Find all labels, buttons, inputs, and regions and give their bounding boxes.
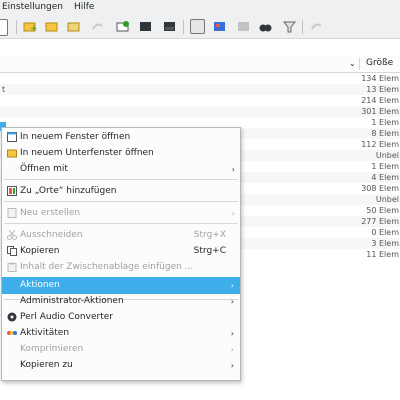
column-size-header[interactable]: Größe [366, 58, 393, 68]
chevron-right-icon: › [231, 209, 235, 218]
menu-item-open-new-window[interactable]: In neuem Fenster öffnen [2, 129, 240, 146]
menu-separator [4, 179, 238, 180]
menu-item-cut[interactable]: Ausschneiden Strg+X [2, 227, 240, 244]
add-tab-icon[interactable] [115, 19, 130, 34]
undo-icon[interactable] [309, 19, 324, 34]
binoculars-icon[interactable] [258, 19, 273, 34]
panel-icon[interactable] [236, 19, 251, 34]
menu-item-paste[interactable]: Inhalt der Zwischenablage einfügen ... [2, 259, 240, 276]
menu-separator [4, 223, 238, 224]
filter-icon[interactable] [282, 19, 297, 34]
new-window-icon [7, 132, 17, 142]
new-file-icon [7, 208, 17, 218]
menu-item-compress[interactable]: Komprimieren › [2, 341, 239, 358]
audio-converter-icon [7, 312, 17, 322]
menubar: Einstellungen Hilfe [0, 0, 400, 16]
redo-icon[interactable] [90, 19, 105, 34]
svg-text:+: + [30, 24, 37, 34]
table-row[interactable]: 214 Elem [0, 95, 400, 106]
chevron-right-icon: › [231, 165, 235, 174]
scissors-icon [7, 229, 17, 240]
new-tab-icon [7, 148, 17, 158]
new-folder-icon[interactable]: + [22, 19, 38, 34]
menu-item-open-with[interactable]: Öffnen mit › [2, 161, 240, 178]
menu-item-copy[interactable]: Kopieren Strg+C [2, 243, 240, 260]
table-row[interactable]: 301 Elem [0, 106, 400, 117]
menu-item-add-to-places[interactable]: Zu „Orte“ hinzufügen [2, 183, 240, 200]
paste-icon [7, 262, 17, 272]
chevron-right-icon: › [230, 297, 234, 306]
folder-icon[interactable] [44, 19, 59, 34]
table-row[interactable]: 134 Elem [0, 73, 400, 84]
menu-item-open-new-tab[interactable]: In neuem Unterfenster öffnen [2, 145, 240, 162]
menu-separator [4, 201, 238, 202]
table-row[interactable]: t 13 Elem [0, 84, 400, 95]
menu-item-admin-actions[interactable]: Administrator-Aktionen › [2, 293, 239, 310]
activities-icon [7, 328, 17, 338]
menu-item-activities[interactable]: Aktivitäten › [2, 325, 239, 342]
toolbar-separator [302, 20, 303, 34]
chevron-right-icon: › [230, 361, 234, 370]
image-icon[interactable] [212, 19, 227, 34]
menu-item-copy-to[interactable]: Kopieren zu › [2, 357, 239, 374]
terminal-icon[interactable] [138, 19, 153, 34]
menu-einstellungen[interactable]: Einstellungen [2, 2, 63, 12]
sort-chevron-down-icon[interactable]: ⌄ [349, 59, 356, 68]
toolbar-separator [183, 20, 184, 34]
menu-item-create-new[interactable]: Neu erstellen › [2, 205, 240, 222]
folder-open-icon[interactable] [66, 19, 81, 34]
toolbar-separator [16, 20, 17, 34]
toolbar: + [0, 16, 400, 39]
view-icon[interactable] [0, 19, 8, 36]
preview-icon[interactable] [190, 19, 205, 34]
chevron-right-icon: › [230, 281, 234, 290]
terminal-panel-icon[interactable] [162, 19, 177, 34]
places-icon [7, 186, 17, 196]
menu-item-actions-highlight[interactable]: Aktionen › [2, 277, 239, 294]
column-header: ⌄ Größe [0, 56, 400, 73]
header-divider [359, 58, 360, 70]
chevron-right-icon: › [230, 345, 234, 354]
copy-icon [7, 246, 17, 256]
menu-hilfe[interactable]: Hilfe [74, 2, 94, 12]
menu-item-perl-audio-converter[interactable]: Perl Audio Converter [2, 309, 239, 326]
chevron-right-icon: › [230, 329, 234, 338]
